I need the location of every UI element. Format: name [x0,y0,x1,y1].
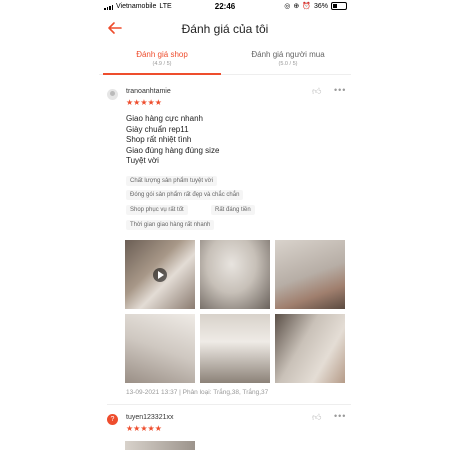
more-options-icon[interactable]: ••• [334,85,346,95]
review-username: tuyen123321xx [126,414,174,421]
status-bar: Vietnamobile LTE 22:46 ◎ ⊕ ⏰ 36% [99,0,351,14]
tab-bar: Đánh giá shop (4.9 / 5) Đánh giá người m… [99,46,351,75]
review-tag: Shop phục vụ rất tốt [126,205,188,215]
review-tag: Thời gian giao hàng rất nhanh [126,220,215,230]
review-item: tranoanhtamie ★★★★★ 👍︎ ••• Giao hàng cực… [99,80,351,400]
play-icon [153,267,167,282]
battery-icon [331,2,347,10]
alarm-icon: ⏰ [302,3,311,10]
tab-score: (4.9 / 5) [152,61,172,67]
review-photo[interactable] [200,240,270,309]
rating-stars: ★★★★★ [126,424,162,433]
review-meta: 13-09-2021 13:37 | Phân loại: Trắng,38, … [126,389,269,396]
review-line: Giày chuẩn rep11 [126,124,189,134]
thumbs-up-icon[interactable]: 👍︎ [312,86,321,97]
thumbs-up-icon[interactable]: 👍︎ [312,412,321,423]
review-photo[interactable] [125,314,195,383]
review-line: Giao đúng hàng đúng size [126,145,220,155]
review-photo[interactable] [200,314,270,383]
tab-label: Đánh giá shop [136,50,188,59]
rating-stars: ★★★★★ [126,98,162,107]
review-photo[interactable] [275,240,345,309]
tab-score: (5.0 / 5) [278,61,298,67]
status-right: ◎ ⊕ ⏰ 36% [284,2,347,10]
review-photo[interactable] [275,314,345,383]
review-text: Giao hàng cực nhanh Giày chuẩn rep11 Sho… [126,114,219,167]
location-icon: ◎ [284,3,291,10]
tab-buyer-reviews[interactable]: Đánh giá người mua (5.0 / 5) [225,50,351,67]
avatar[interactable] [107,89,118,100]
review-photo[interactable] [125,441,195,450]
review-tag: Đóng gói sản phẩm rất đẹp và chắc chắn [126,190,244,200]
tab-label: Đánh giá người mua [251,50,325,59]
app-header: Đánh giá của tôi [99,14,351,44]
review-line: Shop rất nhiệt tình [126,135,192,144]
avatar[interactable]: ? [107,414,118,425]
review-username: tranoanhtamie [126,88,171,95]
phone-screen: Vietnamobile LTE 22:46 ◎ ⊕ ⏰ 36% Đánh gi… [99,0,351,450]
more-options-icon[interactable]: ••• [334,411,346,421]
review-line: Giao hàng cực nhanh [126,114,203,123]
battery-percent: 36% [313,2,328,10]
tab-shop-reviews[interactable]: Đánh giá shop (4.9 / 5) [99,50,225,67]
review-line: Tuyệt vời [126,156,159,165]
active-tab-indicator [103,73,221,75]
page-title: Đánh giá của tôi [181,22,269,36]
review-item: ? tuyen123321xx ★★★★★ 👍︎ ••• [99,405,351,450]
review-tag: Rất đáng tiền [211,205,255,215]
review-video-thumbnail[interactable] [125,240,195,309]
review-tag: Chất lượng sản phẩm tuyệt vời [126,176,217,186]
lock-rotation-icon: ⊕ [293,3,300,10]
